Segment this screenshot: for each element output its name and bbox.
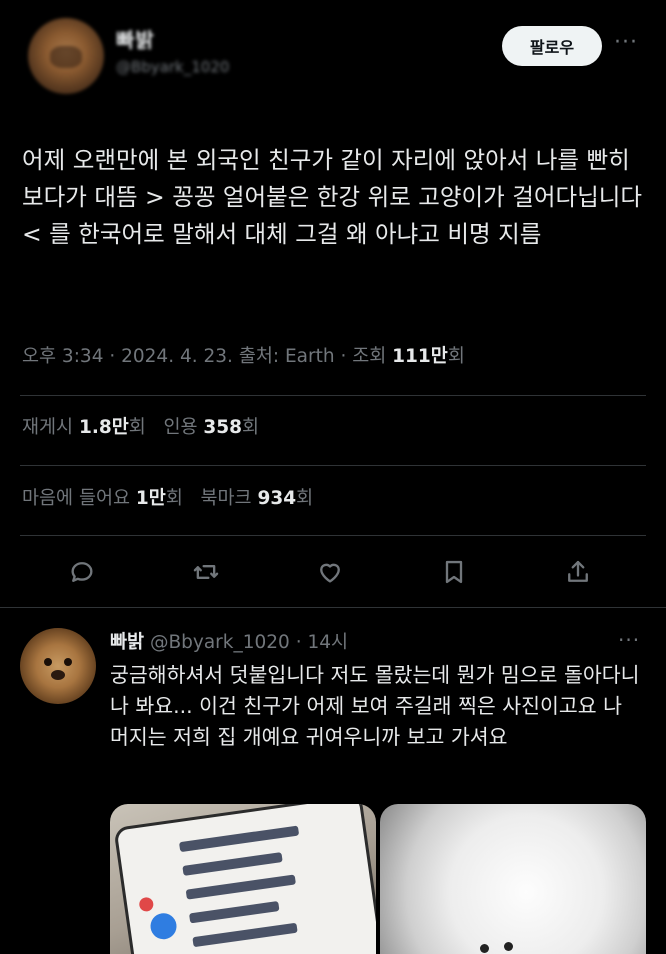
- reply-avatar[interactable]: [20, 628, 96, 704]
- views-label: 조회: [352, 346, 387, 367]
- reply-header: 빠밝 @Bbyark_1020 · 14시: [110, 628, 348, 654]
- tweet-date[interactable]: 2024. 4. 23.: [121, 346, 233, 367]
- phone-text-line: [178, 825, 300, 853]
- likes-stat[interactable]: 마음에 들어요 1만회: [22, 488, 183, 509]
- phone-blue-button: [148, 911, 179, 941]
- reply-more-icon[interactable]: ···: [618, 628, 640, 652]
- phone-screen: [113, 804, 376, 954]
- reply-author-name[interactable]: 빠밝: [110, 632, 144, 653]
- bookmarks-count: 934: [257, 488, 297, 509]
- reposts-count: 1.8만: [78, 417, 129, 438]
- reposts-stat[interactable]: 재게시 1.8만회: [22, 417, 146, 438]
- heart-icon[interactable]: [310, 552, 350, 592]
- reply-text: 궁금해하셔서 덧붙입니다 저도 몰랐는데 뭔가 밈으로 돌아다니나 봐요... …: [110, 663, 640, 749]
- reply-author-handle[interactable]: @Bbyark_1020: [150, 632, 290, 653]
- dog-eye-right: [504, 942, 513, 951]
- reply-icon[interactable]: [62, 552, 102, 592]
- reply-dot: ·: [289, 632, 308, 653]
- avatar-eye-right: [64, 658, 72, 666]
- author-name[interactable]: 빠밝: [116, 24, 155, 53]
- bookmarks-stat[interactable]: 북마크 934회: [201, 488, 314, 509]
- likes-label: 마음에 들어요: [22, 488, 131, 509]
- phone-text-line: [192, 922, 298, 948]
- bookmarks-unit: 회: [296, 488, 314, 509]
- reply-photo-phone[interactable]: [110, 804, 376, 954]
- reposts-label: 재게시: [22, 417, 74, 438]
- likes-count: 1만: [135, 488, 166, 509]
- retweet-icon[interactable]: [186, 552, 226, 592]
- phone-text-line: [185, 874, 296, 900]
- tweet-time[interactable]: 오후 3:34: [22, 346, 103, 367]
- quotes-label: 인용: [163, 417, 198, 438]
- author-handle[interactable]: @Bbyark_1020: [116, 58, 229, 76]
- quotes-stat[interactable]: 인용 358회: [163, 417, 259, 438]
- share-icon[interactable]: [558, 552, 598, 592]
- quotes-unit: 회: [242, 417, 260, 438]
- tweet-text: 어제 오랜만에 본 외국인 친구가 같이 자리에 앉아서 나를 빤히 보다가 대…: [22, 146, 642, 248]
- tweet-meta: 오후 3:34 · 2024. 4. 23. 출처: Earth · 조회 11…: [22, 346, 465, 367]
- divider: [20, 535, 646, 536]
- reposts-unit: 회: [128, 417, 146, 438]
- views-count: 111만: [392, 346, 448, 367]
- tweet-source: 출처: Earth: [238, 346, 335, 367]
- views-suffix: 회: [447, 346, 465, 367]
- reply-time[interactable]: 14시: [307, 632, 348, 653]
- reply-photo-dog[interactable]: [380, 804, 646, 954]
- phone-text-line: [188, 901, 280, 924]
- stats-row-likes: 마음에 들어요 1만회 북마크 934회: [22, 484, 313, 510]
- quotes-count: 358: [203, 417, 242, 438]
- stats-row-reposts: 재게시 1.8만회 인용 358회: [22, 413, 259, 439]
- divider: [20, 465, 646, 466]
- phone-text-line: [182, 852, 283, 876]
- follow-button[interactable]: 팔로우: [502, 26, 602, 66]
- divider: [0, 607, 666, 608]
- author-avatar[interactable]: [28, 18, 104, 94]
- avatar-eye-left: [44, 658, 52, 666]
- bookmarks-label: 북마크: [200, 488, 252, 509]
- likes-unit: 회: [165, 488, 183, 509]
- dog-eye-left: [480, 944, 489, 953]
- avatar-nose: [51, 670, 65, 680]
- bookmark-icon[interactable]: [434, 552, 474, 592]
- more-options-icon[interactable]: ···: [614, 30, 638, 55]
- divider: [20, 395, 646, 396]
- phone-red-dot: [138, 896, 155, 913]
